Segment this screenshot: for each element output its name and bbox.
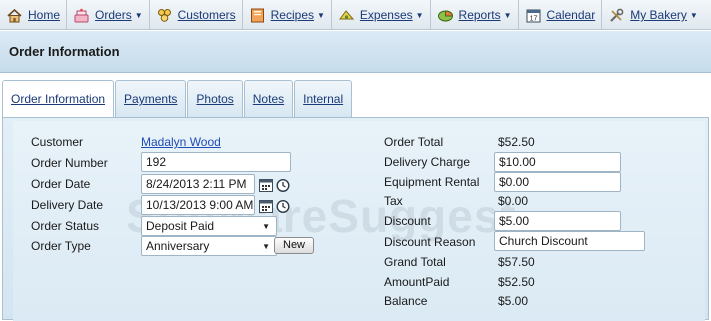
nav-home-label: Home xyxy=(28,8,61,22)
nav-my-bakery[interactable]: My Bakery ▼ xyxy=(602,0,704,30)
order-type-label: Order Type xyxy=(31,239,91,253)
grand-total-label: Grand Total xyxy=(384,255,446,269)
tab-notes[interactable]: Notes xyxy=(243,80,294,117)
tab-bar: Order Information Payments Photos Notes … xyxy=(2,80,353,117)
chevron-down-icon: ▼ xyxy=(689,10,698,20)
tab-payments[interactable]: Payments xyxy=(115,80,187,117)
equipment-rental-label: Equipment Rental xyxy=(384,175,480,189)
amount-paid-label: AmountPaid xyxy=(384,275,450,289)
amount-paid-value: $52.50 xyxy=(498,275,535,289)
nav-recipes-label: Recipes xyxy=(270,8,314,22)
tab-order-information[interactable]: Order Information xyxy=(2,80,115,117)
nav-calendar-label: Calendar xyxy=(546,8,596,22)
nav-home[interactable]: Home xyxy=(0,0,68,30)
nav-expenses-label: Expenses xyxy=(359,8,413,22)
delivery-date-label: Delivery Date xyxy=(31,198,104,212)
delivery-charge-field[interactable]: $10.00 xyxy=(494,152,621,172)
delivery-date-field[interactable]: 10/13/2013 9:00 AM xyxy=(141,195,255,215)
nav-reports-label: Reports xyxy=(458,8,501,22)
chevron-down-icon: ▼ xyxy=(262,222,270,231)
clock-icon[interactable] xyxy=(275,198,291,214)
chevron-down-icon: ▼ xyxy=(317,10,325,20)
nav-orders-label: Orders xyxy=(95,8,132,22)
new-order-type-button[interactable]: New xyxy=(274,237,315,254)
nav-reports[interactable]: Reports ▼ xyxy=(431,0,519,30)
page-title: Order Information xyxy=(9,44,120,59)
customers-icon xyxy=(156,7,173,24)
money-icon xyxy=(338,7,355,24)
grand-total-value: $57.50 xyxy=(498,255,535,269)
discount-reason-field[interactable]: Church Discount xyxy=(494,231,645,251)
calendar-icon: 17 xyxy=(525,7,542,24)
chevron-down-icon: ▼ xyxy=(134,10,143,20)
customer-label: Customer xyxy=(31,135,84,149)
discount-label: Discount xyxy=(384,214,431,228)
delivery-charge-label: Delivery Charge xyxy=(384,155,471,169)
order-status-select[interactable]: Deposit Paid ▼ xyxy=(141,216,277,236)
nav-my-bakery-label: My Bakery xyxy=(630,8,687,22)
order-date-label: Order Date xyxy=(31,177,91,191)
order-form: SoftwareSuggest .com Customer Madalyn Wo… xyxy=(13,121,705,321)
tax-label: Tax xyxy=(384,194,403,208)
nav-calendar[interactable]: 17 Calendar xyxy=(519,0,603,30)
chevron-down-icon: ▼ xyxy=(415,10,424,20)
svg-text:17: 17 xyxy=(529,15,537,22)
tab-internal[interactable]: Internal xyxy=(294,80,353,117)
calendar-picker-icon[interactable] xyxy=(258,198,274,214)
home-icon xyxy=(6,7,23,24)
order-total-value: $52.50 xyxy=(498,135,535,149)
customer-link[interactable]: Madalyn Wood xyxy=(141,135,221,149)
recipe-book-icon xyxy=(249,7,266,24)
order-total-label: Order Total xyxy=(384,135,444,149)
clock-icon[interactable] xyxy=(275,177,291,193)
calendar-picker-icon[interactable] xyxy=(258,177,274,193)
order-information-panel: SoftwareSuggest .com Customer Madalyn Wo… xyxy=(2,117,709,321)
top-nav: Home Orders ▼ Customers Recipes ▼ Expens… xyxy=(0,0,711,30)
tools-icon xyxy=(608,7,625,24)
page-header: Order Information xyxy=(0,31,711,73)
tab-photos[interactable]: Photos xyxy=(187,80,243,117)
balance-value: $5.00 xyxy=(498,294,529,308)
nav-orders[interactable]: Orders ▼ xyxy=(67,0,150,30)
nav-recipes[interactable]: Recipes ▼ xyxy=(243,0,332,30)
nav-customers[interactable]: Customers xyxy=(150,0,243,30)
nav-expenses[interactable]: Expenses ▼ xyxy=(332,0,431,30)
order-status-value: Deposit Paid xyxy=(146,219,215,233)
cake-icon xyxy=(73,7,90,24)
order-date-field[interactable]: 8/24/2013 2:11 PM xyxy=(141,174,255,194)
chevron-down-icon: ▼ xyxy=(503,10,512,20)
discount-field[interactable]: $5.00 xyxy=(494,211,621,231)
order-type-value: Anniversary xyxy=(146,239,210,253)
discount-reason-label: Discount Reason xyxy=(384,235,476,249)
equipment-rental-field[interactable]: $0.00 xyxy=(494,172,621,192)
tax-value: $0.00 xyxy=(498,194,529,208)
chart-icon xyxy=(437,7,454,24)
order-number-field[interactable]: 192 xyxy=(141,152,291,172)
order-number-label: Order Number xyxy=(31,156,108,170)
balance-label: Balance xyxy=(384,294,428,308)
order-status-label: Order Status xyxy=(31,219,100,233)
nav-customers-label: Customers xyxy=(177,8,236,22)
order-type-select[interactable]: Anniversary ▼ xyxy=(141,236,277,256)
chevron-down-icon: ▼ xyxy=(262,242,270,251)
